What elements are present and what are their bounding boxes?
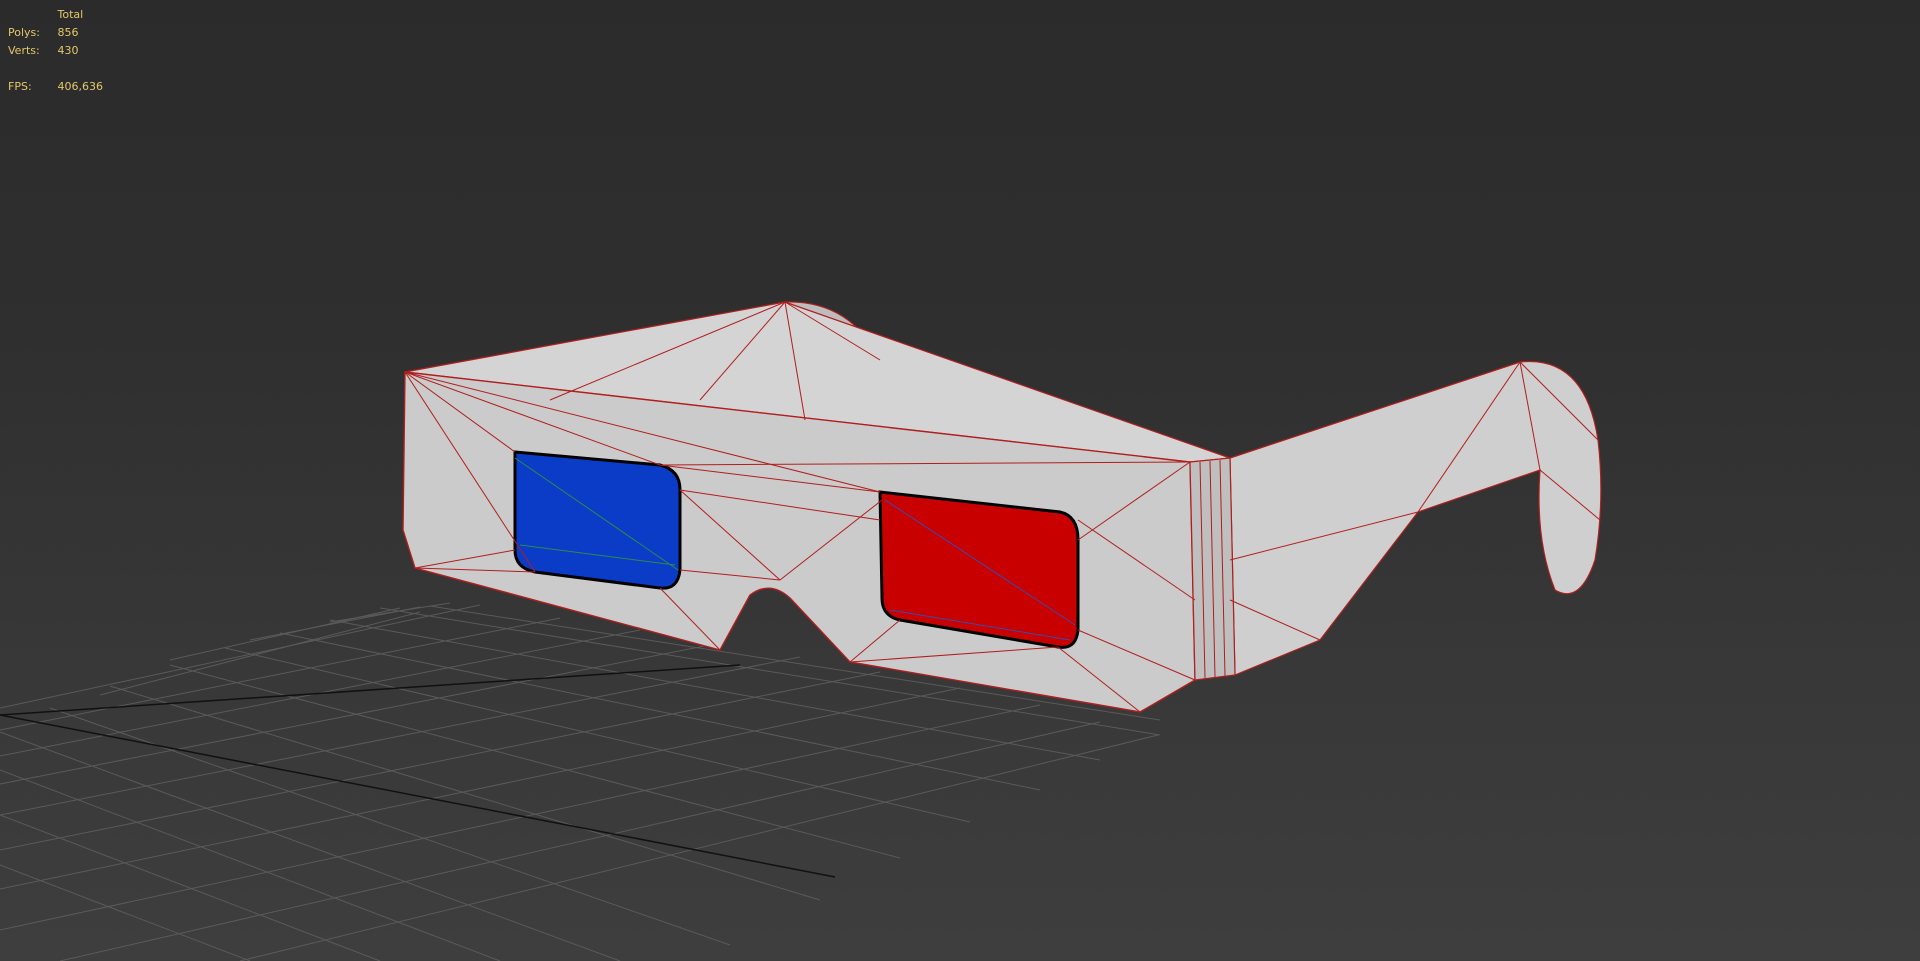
stats-polys-row: Polys: 856 — [8, 24, 103, 42]
verts-label: Verts: — [8, 44, 40, 57]
viewport-statistics: Total Polys: 856 Verts: 430 FPS: 406,636 — [8, 6, 103, 96]
stats-header: Total — [57, 8, 84, 21]
stats-header-row: Total — [8, 6, 103, 24]
verts-value: 430 — [57, 44, 79, 57]
polys-value: 856 — [57, 26, 79, 39]
left-lens-blue — [513, 450, 682, 590]
viewport-3d[interactable]: Total Polys: 856 Verts: 430 FPS: 406,636 — [0, 0, 1920, 961]
glasses-model[interactable] — [402, 301, 1602, 713]
scene-svg[interactable] — [0, 0, 1920, 961]
fps-value: 406,636 — [57, 80, 104, 93]
stats-verts-row: Verts: 430 — [8, 42, 103, 60]
near-temple-arm — [1229, 360, 1602, 676]
fps-label: FPS: — [8, 80, 32, 93]
polys-label: Polys: — [8, 26, 40, 39]
stats-fps-row: FPS: 406,636 — [8, 78, 103, 96]
stats-gap — [8, 60, 103, 78]
